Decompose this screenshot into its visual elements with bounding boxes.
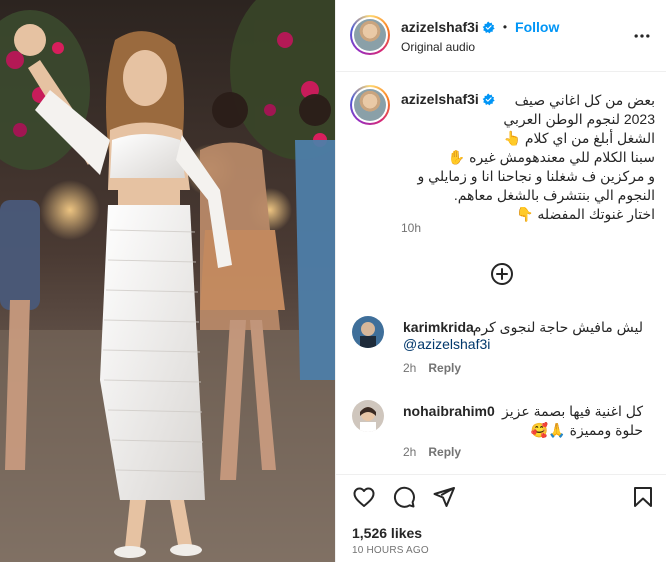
caption-line: 2023 لنجوم الوطن العربي <box>503 111 655 127</box>
verified-badge-icon <box>482 21 495 33</box>
comment-time[interactable]: 2h <box>403 361 416 375</box>
audio-label[interactable]: Original audio <box>401 40 475 54</box>
separator-dot: • <box>502 20 508 34</box>
comment-text-line2: حلوة ومميزة 🙏🥰 <box>530 422 643 438</box>
post-header: azizelshaf3i • Follow Original audio <box>336 0 666 72</box>
comment-item: karimkrida ليش مافيش حاجة لنجوى كرم @azi… <box>336 314 666 384</box>
caption-line: اختار غنوتك المفضله 👇 <box>516 206 655 222</box>
caption-text: بعض من كل اغاني صيف 2023 لنجوم الوطن الع… <box>401 91 655 224</box>
comment-meta: 2h Reply <box>403 445 461 459</box>
caption-line: سبنا الكلام للي معندهومش غيره ✋ <box>447 149 655 165</box>
caption-timestamp[interactable]: 10h <box>401 221 421 235</box>
comment-item: nohaibrahim0 كل اغنية فيها بصمة عزيز حلو… <box>336 398 666 468</box>
heart-icon[interactable] <box>352 485 376 509</box>
author-row: azizelshaf3i • Follow <box>401 19 559 35</box>
video-frame-illustration <box>0 0 335 562</box>
bookmark-icon[interactable] <box>631 485 655 509</box>
comment-mention-link[interactable]: @azizelshaf3i <box>403 336 490 352</box>
caption-line: الشغل أبلغ من اي كلام 👆 <box>503 130 655 146</box>
comment-bubble-icon[interactable] <box>392 485 416 509</box>
comment-meta: 2h Reply <box>403 361 461 375</box>
plus-circle-icon[interactable] <box>490 262 514 286</box>
post-actions: 1,526 likes 10 HOURS AGO <box>336 474 666 562</box>
caption-line: النجوم الي بنتشرف بالشغل معاهم. <box>453 187 655 203</box>
comment-time[interactable]: 2h <box>403 445 416 459</box>
caption-line: و مركزين ف شغلنا و نجاحنا انا و زمايلي و <box>417 168 655 184</box>
caption-line: بعض من كل اغاني صيف <box>514 92 655 108</box>
post-timestamp[interactable]: 10 HOURS AGO <box>352 545 429 556</box>
follow-button[interactable]: Follow <box>515 19 559 35</box>
more-options-icon[interactable] <box>631 26 653 46</box>
author-avatar[interactable] <box>350 15 390 55</box>
post-details-panel: azizelshaf3i • Follow Original audio azi… <box>335 0 666 562</box>
comment-avatar[interactable] <box>352 316 384 348</box>
author-username[interactable]: azizelshaf3i <box>401 19 479 35</box>
comment-text: كل اغنية فيها بصمة عزيز <box>502 403 643 419</box>
reply-button[interactable]: Reply <box>428 361 461 375</box>
comment-text: ليش مافيش حاجة لنجوى كرم <box>472 319 643 335</box>
post-video[interactable] <box>0 0 335 562</box>
likes-count[interactable]: 1,526 likes <box>352 525 422 541</box>
caption-author-avatar[interactable] <box>350 85 390 125</box>
paper-plane-icon[interactable] <box>432 485 456 509</box>
comment-avatar[interactable] <box>352 400 384 432</box>
reply-button[interactable]: Reply <box>428 445 461 459</box>
